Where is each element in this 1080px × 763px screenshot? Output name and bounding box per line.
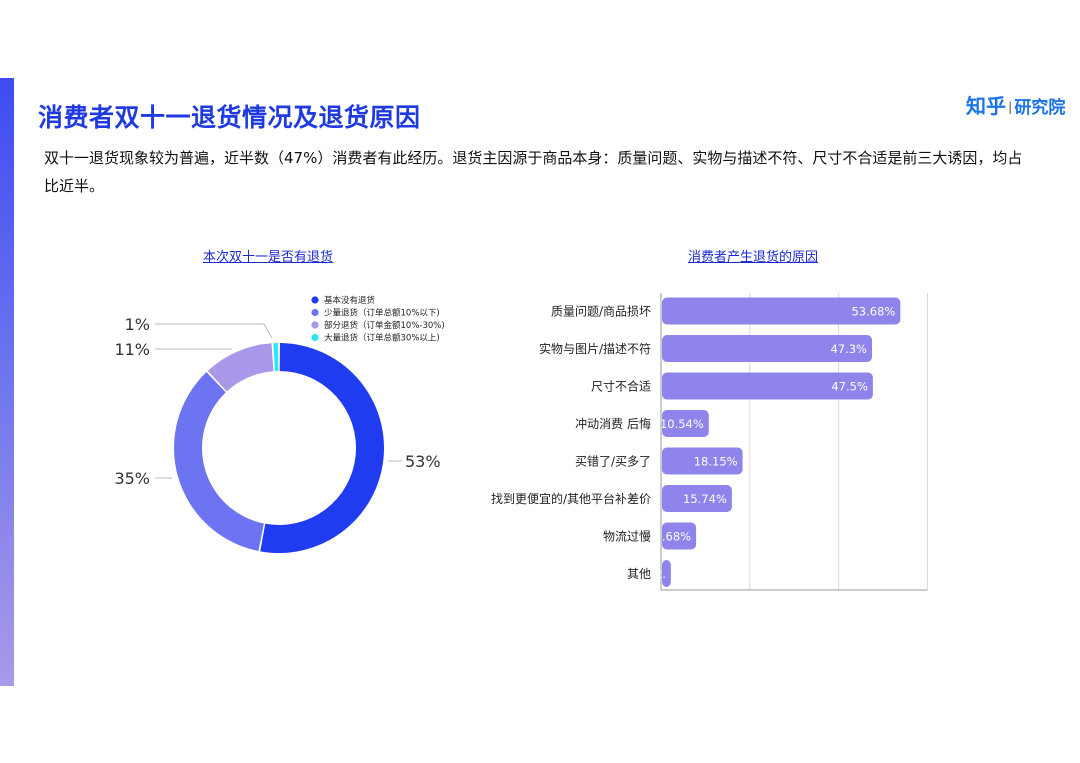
donut-leader-line-3: [155, 323, 273, 339]
bar-value-label-7: 2.: [655, 567, 666, 581]
legend-marker-2: [311, 321, 319, 329]
bar-value-label-4: 18.15%: [694, 455, 738, 469]
legend-label-0: 基本没有退货: [324, 295, 376, 306]
donut-slice-3: [273, 343, 279, 372]
legend-marker-3: [311, 333, 319, 342]
bar-category-label-4: 买错了/买多了: [575, 455, 651, 469]
legend-marker-1: [311, 308, 319, 317]
donut-slice-0: [260, 343, 384, 553]
bar-category-label-3: 冲动消费 后悔: [575, 416, 651, 431]
bar-category-label-7: 其他: [627, 567, 651, 581]
bar-value-label-5: 15.74%: [683, 492, 727, 506]
bar-category-label-5: 找到更便宜的/其他平台补差价: [491, 491, 651, 506]
donut-data-label-2: 11%: [114, 340, 150, 359]
legend-label-2: 部分退货（订单金额10%-30%): [324, 320, 445, 331]
bar-category-label-1: 实物与图片/描述不符: [539, 341, 651, 356]
donut-slice-1: [173, 372, 264, 551]
donut-data-label-1: 35%: [114, 469, 150, 488]
bar-category-label-0: 质量问题/商品损坏: [551, 304, 651, 319]
legend-label-1: 少量退货（订单总额10%以下): [324, 308, 440, 319]
bar-category-label-2: 尺寸不合适: [591, 379, 651, 394]
donut-data-label-0: 53%: [405, 452, 441, 471]
legend-label-3: 大量退货（订单总额30%以上): [324, 333, 440, 344]
legend-marker-0: [311, 296, 319, 304]
bar-category-label-6: 物流过慢: [603, 530, 651, 544]
donut-data-label-3: 1%: [125, 315, 150, 334]
charts-canvas: 53% 35% 11% 1% 基本没有退货少量退货（订单总额10%以下)部分退货（订单金…: [114, 293, 928, 591]
bar-value-label-0: 53.68%: [851, 305, 895, 319]
bar-value-label-1: 47.3%: [830, 342, 867, 356]
bar-value-label-2: 47.5%: [831, 380, 868, 394]
bar-value-label-6: 7.68%: [655, 530, 692, 544]
bar-value-label-3: 10.54%: [660, 417, 704, 431]
